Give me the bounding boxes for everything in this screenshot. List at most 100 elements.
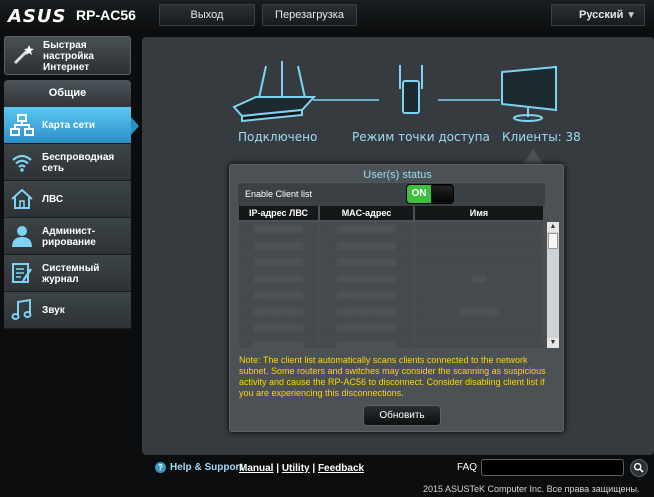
footer-links: Manual | Utility | Feedback bbox=[239, 463, 365, 474]
toggle-on-label: ON bbox=[407, 185, 431, 203]
table-cell-blurred: ▒▒▒▒▒▒▒▒▒▒▒▒ bbox=[320, 288, 413, 304]
table-row: ▒▒▒▒▒▒▒▒▒▒ ▒▒▒▒▒▒▒▒▒▒▒▒ ▒▒▒ bbox=[239, 271, 546, 287]
scroll-up-icon[interactable]: ▲ bbox=[547, 222, 559, 232]
clients-count-label[interactable]: Клиенты: 38 bbox=[502, 130, 581, 144]
home-icon bbox=[11, 188, 33, 209]
wifi-icon bbox=[12, 154, 32, 172]
chevron-down-icon: ▼ bbox=[626, 10, 636, 21]
utility-link[interactable]: Utility bbox=[282, 463, 310, 474]
magic-wand-icon bbox=[13, 45, 34, 65]
clients-monitor-icon[interactable] bbox=[501, 65, 557, 122]
table-cell-blurred: ▒▒▒▒▒▒▒▒▒▒ bbox=[239, 337, 318, 348]
table-row: ▒▒▒▒▒▒▒▒▒▒ ▒▒▒▒▒▒▒▒▒▒▒▒ bbox=[239, 288, 546, 304]
feedback-link[interactable]: Feedback bbox=[318, 463, 364, 474]
table-row: ▒▒▒▒▒▒▒▒▒▒ ▒▒▒▒▒▒▒▒▒▒▒▒ bbox=[239, 337, 546, 348]
table-scrollbar[interactable]: ▲ ▼ bbox=[547, 222, 559, 348]
sidebar-item-network-map[interactable]: Карта сети bbox=[4, 107, 139, 144]
sidebar-item-sound[interactable]: Звук bbox=[4, 292, 131, 329]
table-cell-blurred bbox=[415, 222, 543, 238]
column-header-ip: IP-адрес ЛВС bbox=[239, 206, 318, 220]
asus-logo: ASUS bbox=[8, 6, 67, 27]
client-list-note: Note: The client list automatically scan… bbox=[239, 355, 546, 398]
table-cell-blurred: ▒▒▒▒▒▒▒▒▒▒▒▒ bbox=[320, 321, 413, 337]
table-cell-blurred: ▒▒▒▒▒▒▒▒▒▒ bbox=[239, 304, 318, 320]
table-cell-blurred bbox=[415, 288, 543, 304]
popup-title: User(s) status bbox=[363, 169, 432, 181]
scroll-down-icon[interactable]: ▼ bbox=[547, 338, 559, 348]
sidebar-item-lan[interactable]: ЛВС bbox=[4, 181, 131, 218]
search-icon[interactable] bbox=[630, 459, 648, 477]
table-cell-blurred: ▒▒▒▒▒▒▒▒▒▒▒▒ bbox=[320, 238, 413, 254]
quick-setup-button[interactable]: Быстрая настройка Интернет bbox=[4, 36, 131, 75]
table-cell-blurred: ▒▒▒▒▒▒▒▒▒▒ bbox=[239, 255, 318, 271]
logout-button[interactable]: Выход bbox=[159, 4, 255, 26]
network-map-icon bbox=[10, 114, 34, 136]
scroll-thumb[interactable] bbox=[548, 233, 558, 249]
sidebar-item-label: ЛВС bbox=[42, 194, 64, 205]
table-row: ▒▒▒▒▒▒▒▒▒▒ ▒▒▒▒▒▒▒▒▒▒▒▒ bbox=[239, 321, 546, 337]
table-cell-blurred: ▒▒▒▒▒▒▒▒▒▒ bbox=[239, 222, 318, 238]
help-support-link[interactable]: ? Help & Support bbox=[155, 462, 243, 473]
refresh-button[interactable]: Обновить bbox=[363, 405, 441, 426]
model-name: RP-AC56 bbox=[76, 7, 136, 23]
table-cell-blurred: ▒▒▒▒▒▒▒▒ bbox=[415, 304, 543, 320]
enable-client-list-row: Enable Client list ON bbox=[238, 182, 545, 206]
table-row: ▒▒▒▒▒▒▒▒▒▒ ▒▒▒▒▒▒▒▒▒▒▒▒ bbox=[239, 238, 546, 254]
help-support-label: Help & Support bbox=[170, 462, 243, 473]
sidebar-item-administration[interactable]: Админист­рирование bbox=[4, 218, 131, 255]
popup-pointer bbox=[523, 149, 543, 164]
faq-label: FAQ bbox=[457, 462, 478, 473]
client-table-header: IP-адрес ЛВС MAC-адрес Имя bbox=[239, 206, 546, 220]
sidebar-item-label: Админист­рирование bbox=[42, 225, 96, 248]
table-row: ▒▒▒▒▒▒▒▒▒▒ ▒▒▒▒▒▒▒▒▒▒▒▒ ▒▒▒▒▒▒▒▒ bbox=[239, 304, 546, 320]
copyright-text: 2015 ASUSTeK Computer Inc. Все права защ… bbox=[423, 484, 640, 494]
user-status-popup: User(s) status Enable Client list ON IP-… bbox=[229, 164, 564, 432]
top-bar: ASUS RP-AC56 Выход Перезагрузка Русский … bbox=[0, 0, 654, 30]
repeater-icon[interactable] bbox=[399, 65, 423, 114]
log-icon bbox=[12, 263, 32, 283]
table-cell-blurred bbox=[415, 255, 543, 271]
faq-search-input[interactable] bbox=[481, 459, 624, 476]
manual-link[interactable]: Manual bbox=[239, 463, 273, 474]
table-cell-blurred bbox=[415, 321, 543, 337]
table-cell-blurred: ▒▒▒▒▒▒▒▒▒▒▒▒ bbox=[320, 255, 413, 271]
sidebar-item-wireless[interactable]: Беспроводная сеть bbox=[4, 144, 131, 181]
table-row: ▒▒▒▒▒▒▒▒▒▒ ▒▒▒▒▒▒▒▒▒▒▒▒ bbox=[239, 222, 546, 238]
language-value: Русский bbox=[579, 9, 624, 21]
help-icon: ? bbox=[155, 462, 166, 473]
table-cell-blurred bbox=[415, 337, 543, 348]
table-cell-blurred: ▒▒▒ bbox=[415, 271, 543, 287]
admin-user-icon bbox=[12, 226, 32, 247]
toggle-knob bbox=[432, 186, 453, 202]
internet-status-label[interactable]: Подключено bbox=[238, 130, 317, 144]
sidebar-item-label: Звук bbox=[42, 305, 65, 316]
sidebar-section-title: Общие bbox=[4, 80, 131, 107]
reboot-button[interactable]: Перезагрузка bbox=[262, 4, 357, 26]
table-row: ▒▒▒▒▒▒▒▒▒▒ ▒▒▒▒▒▒▒▒▒▒▒▒ bbox=[239, 255, 546, 271]
table-cell-blurred: ▒▒▒▒▒▒▒▒▒▒ bbox=[239, 321, 318, 337]
table-cell-blurred: ▒▒▒▒▒▒▒▒▒▒ bbox=[239, 271, 318, 287]
quick-setup-label: Быстрая настройка Интернет bbox=[43, 40, 94, 73]
music-icon bbox=[11, 298, 32, 320]
client-list-toggle[interactable]: ON bbox=[406, 184, 454, 204]
operation-mode-label[interactable]: Режим точки доступа bbox=[352, 130, 490, 144]
column-header-name: Имя bbox=[415, 206, 543, 220]
table-cell-blurred: ▒▒▒▒▒▒▒▒▒▒▒▒ bbox=[320, 304, 413, 320]
table-cell-blurred: ▒▒▒▒▒▒▒▒▒▒ bbox=[239, 238, 318, 254]
table-cell-blurred: ▒▒▒▒▒▒▒▒▒▒▒▒ bbox=[320, 271, 413, 287]
table-cell-blurred bbox=[415, 238, 543, 254]
enable-client-list-label: Enable Client list bbox=[245, 189, 313, 199]
column-header-mac: MAC-адрес bbox=[320, 206, 413, 220]
sidebar-menu: Карта сети Беспроводная сеть ЛВС Админис… bbox=[4, 107, 139, 329]
table-cell-blurred: ▒▒▒▒▒▒▒▒▒▒▒▒ bbox=[320, 337, 413, 348]
client-table-body: ▒▒▒▒▒▒▒▒▒▒ ▒▒▒▒▒▒▒▒▒▒▒▒ ▒▒▒▒▒▒▒▒▒▒ ▒▒▒▒▒▒▒… bbox=[239, 222, 546, 348]
sidebar-item-label: Беспроводная сеть bbox=[42, 151, 115, 174]
sidebar-item-label: Карта сети bbox=[42, 120, 96, 131]
sidebar-item-system-log[interactable]: Системный журнал bbox=[4, 255, 131, 292]
table-cell-blurred: ▒▒▒▒▒▒▒▒▒▒ bbox=[239, 288, 318, 304]
router-icon[interactable] bbox=[232, 61, 317, 123]
table-cell-blurred: ▒▒▒▒▒▒▒▒▒▒▒▒ bbox=[320, 222, 413, 238]
language-select[interactable]: Русский ▼ bbox=[551, 4, 645, 26]
active-pointer bbox=[131, 117, 139, 135]
sidebar-item-label: Системный журнал bbox=[42, 262, 100, 285]
